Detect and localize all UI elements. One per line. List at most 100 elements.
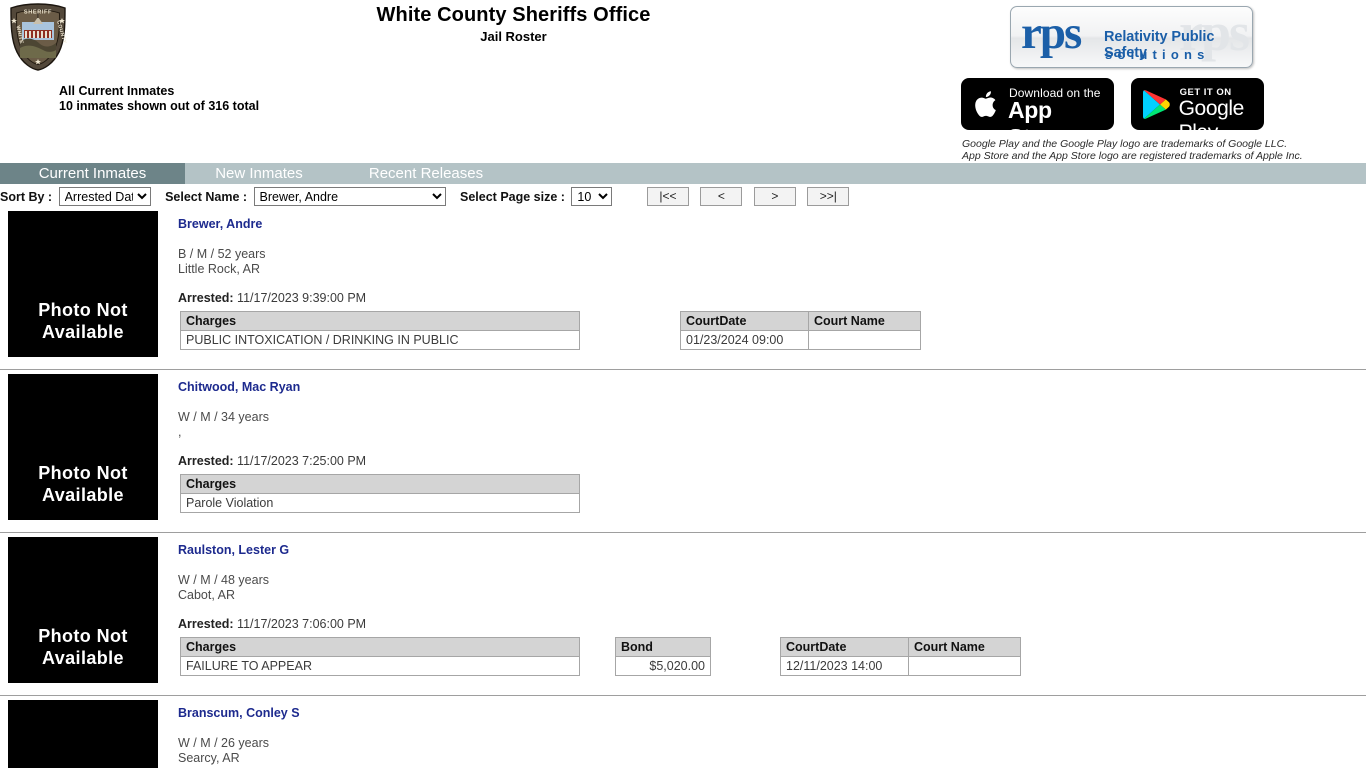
trademark-line-2: App Store and the App Store logo are reg… xyxy=(962,149,1303,162)
charge-row: PUBLIC INTOXICATION / DRINKING IN PUBLIC xyxy=(180,330,580,350)
court-date-value: 01/23/2024 09:00 xyxy=(680,330,809,350)
inmate-demographics: W / M / 48 years Cabot, AR xyxy=(178,573,1366,603)
summary-line-1: All Current Inmates xyxy=(59,84,175,98)
court-date-header: CourtDate xyxy=(680,311,809,331)
inmate-arrested-line: Arrested: 11/17/2023 7:25:00 PM xyxy=(178,454,1366,468)
inmate-row-content: Photo Not Available Chitwood, Mac Ryan W / … xyxy=(0,370,1366,532)
court-name-header: Court Name xyxy=(908,637,1021,657)
app-store-badges: Download on the App Store GET IT ON Goog… xyxy=(961,78,1264,150)
rps-logo: rps rps Relativity Public Safety solutio… xyxy=(1010,6,1253,68)
inmate-photo-placeholder: Photo NotAvailable xyxy=(8,537,158,683)
page-header: SHERIFF WHITE COUNTY White County Sherif… xyxy=(0,0,1366,163)
inmate-city-state: Cabot, AR xyxy=(178,588,235,602)
tab-new-inmates[interactable]: New Inmates xyxy=(185,163,333,184)
tab-current-inmates[interactable]: Current Inmates xyxy=(0,163,185,184)
app-store-button[interactable]: Download on the App Store xyxy=(961,78,1114,150)
inmate-row-content: Photo NotAvailable Branscum, Conley S W / … xyxy=(0,696,1366,768)
inmate-row-content: Photo Not Available Raulston, Lester G W / … xyxy=(0,533,1366,695)
inmate-row: Photo Not Available Chitwood, Mac Ryan W / … xyxy=(0,370,1366,533)
court-row: 01/23/2024 09:00 xyxy=(680,330,921,350)
bond-header: Bond xyxy=(615,637,711,657)
charges-header: Charges xyxy=(180,311,580,331)
inmate-demographics: W / M / 34 years, xyxy=(178,410,1366,440)
page-title: White County Sheriffs Office xyxy=(376,4,651,26)
arrested-value: 11/17/2023 7:06:00 PM xyxy=(237,617,367,631)
arrested-label: Arrested: xyxy=(178,291,238,305)
court-name-value xyxy=(908,656,1021,676)
trademark-notice: Google Play and the Google Play logo are… xyxy=(962,138,1303,162)
inmate-row: Photo NotAvailable Branscum, Conley S W / … xyxy=(0,696,1366,768)
charge-row: FAILURE TO APPEAR xyxy=(180,656,580,676)
google-play-logo-icon xyxy=(1142,90,1170,119)
inmate-details: Brewer, Andre B / M / 52 years Little Rock… xyxy=(178,211,1366,363)
inmate-race-sex-age: B / M / 52 years xyxy=(178,247,266,261)
inmate-tables: Charges PUBLIC INTOXICATION / DRINKING IN… xyxy=(178,311,1366,351)
inmate-name-link[interactable]: Raulston, Lester G xyxy=(178,537,289,557)
inmate-row: Photo Not Available Brewer, Andre B / M / 5… xyxy=(0,207,1366,370)
inmate-details: Branscum, Conley S W / M / 26 years Searcy… xyxy=(178,700,1366,768)
inmate-name-link[interactable]: Chitwood, Mac Ryan xyxy=(178,374,300,394)
inmate-demographics: W / M / 26 years Searcy, AR xyxy=(178,736,1366,766)
charge-value: FAILURE TO APPEAR xyxy=(180,656,580,676)
inmate-race-sex-age: W / M / 48 years xyxy=(178,573,269,587)
charges-table: Charges FAILURE TO APPEAR xyxy=(180,637,580,676)
inmate-tables: Charges FAILURE TO APPEAR Bond $5,020.00 Cou… xyxy=(178,637,1366,677)
charge-value: PUBLIC INTOXICATION / DRINKING IN PUBLIC xyxy=(180,330,580,350)
charges-header: Charges xyxy=(180,474,580,494)
arrested-label: Arrested: xyxy=(178,454,238,468)
photo-not-available-label: Photo Not Available xyxy=(38,626,128,668)
sort-by-select[interactable]: Arrested DateName xyxy=(58,187,151,206)
pagination-first-button[interactable]: |<< xyxy=(646,187,689,206)
inmate-name-link[interactable]: Brewer, Andre xyxy=(178,211,262,231)
charges-header: Charges xyxy=(180,637,580,657)
inmate-race-sex-age: W / M / 34 years xyxy=(178,410,269,424)
google-play-button[interactable]: GET IT ON Google Play xyxy=(1130,78,1264,144)
inmate-photo-placeholder: Photo NotAvailable xyxy=(8,374,158,520)
pagination-next-button[interactable]: > xyxy=(753,187,796,206)
select-name-select[interactable]: Brewer, AndreChitwood, Mac RyanRaulston,… xyxy=(253,187,446,206)
summary-line-2: 10 inmates shown out of 316 total xyxy=(59,99,260,113)
arrested-label: Arrested: xyxy=(178,617,238,631)
inmate-roster-list: Photo Not Available Brewer, Andre B / M / 5… xyxy=(0,207,1366,768)
charges-table: Charges PUBLIC INTOXICATION / DRINKING IN… xyxy=(180,311,580,350)
apple-logo-icon xyxy=(975,91,996,117)
trademark-line-1: Google Play and the Google Play logo are… xyxy=(962,138,1288,150)
inmate-details: Raulston, Lester G W / M / 48 years Cabot,… xyxy=(178,537,1366,689)
court-date-value: 12/11/2023 14:00 xyxy=(780,656,909,676)
inmate-name-link[interactable]: Branscum, Conley S xyxy=(178,700,300,720)
inmate-demographics: B / M / 52 years Little Rock, AR xyxy=(178,247,1366,277)
inmate-tables: Charges Parole Violation xyxy=(178,474,1366,514)
inmate-row: Photo Not Available Raulston, Lester G W / … xyxy=(0,533,1366,696)
arrested-value: 11/17/2023 7:25:00 PM xyxy=(237,454,367,468)
inmate-arrested-line: Arrested: 11/17/2023 7:06:00 PM xyxy=(178,617,1366,631)
inmate-photo-placeholder: Photo NotAvailable xyxy=(8,700,158,768)
court-name-value xyxy=(808,330,921,350)
inmate-details: Chitwood, Mac Ryan W / M / 34 years, Arres… xyxy=(178,374,1366,526)
roster-summary: All Current Inmates 10 inmates shown out… xyxy=(59,84,259,114)
inmate-row-content: Photo Not Available Brewer, Andre B / M / 5… xyxy=(0,207,1366,369)
tab-recent-releases[interactable]: Recent Releases xyxy=(341,163,511,184)
tab-bar: Current Inmates New Inmates Recent Relea… xyxy=(0,163,1366,184)
page-size-label: Select Page size : xyxy=(460,189,565,204)
bond-row: $5,020.00 xyxy=(615,656,711,676)
charge-row: Parole Violation xyxy=(180,493,580,513)
bond-value: $5,020.00 xyxy=(615,656,711,676)
pagination-prev-button[interactable]: < xyxy=(700,187,743,206)
sort-by-label: Sort By : xyxy=(0,189,53,204)
pagination-last-button[interactable]: >>| xyxy=(807,187,850,206)
arrested-value: 11/17/2023 9:39:00 PM xyxy=(237,291,367,305)
court-name-header: Court Name xyxy=(808,311,921,331)
photo-not-available-label: Photo Not Available xyxy=(38,463,128,505)
filter-toolbar: Sort By : Arrested DateName Select Name … xyxy=(0,184,1366,207)
inmate-race-sex-age: W / M / 26 years xyxy=(178,736,269,750)
inmate-city-state: , xyxy=(178,425,182,439)
inmate-city-state: Searcy, AR xyxy=(178,751,240,765)
charge-value: Parole Violation xyxy=(180,493,580,513)
court-table: CourtDate Court Name 01/23/2024 09:00 xyxy=(680,311,921,350)
page-size-select[interactable]: 102550 xyxy=(571,187,613,206)
inmate-arrested-line: Arrested: 11/17/2023 9:39:00 PM xyxy=(178,291,1366,305)
charges-table: Charges Parole Violation xyxy=(180,474,580,513)
rps-tagline-line2: solutions xyxy=(1105,47,1210,62)
court-table: CourtDate Court Name 12/11/2023 14:00 xyxy=(780,637,1021,676)
bond-table: Bond $5,020.00 xyxy=(615,637,711,676)
